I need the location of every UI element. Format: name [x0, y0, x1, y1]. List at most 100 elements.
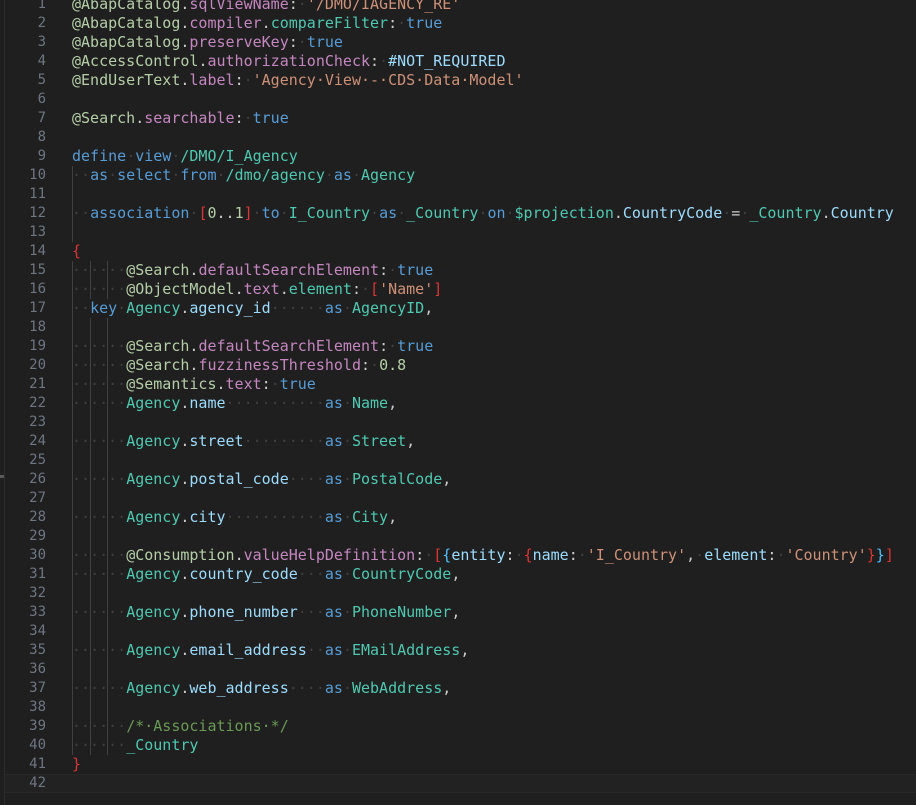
- annotation-key: defaultSearchElement: [198, 261, 380, 279]
- line-content[interactable]: ··key·Agency.agency_id······as·AgencyID,: [72, 299, 433, 318]
- whitespace-dots: ······: [72, 546, 127, 564]
- code-line[interactable]: 5 @EndUserText.label:·'Agency·View·-·CDS·…: [0, 71, 916, 90]
- code-line[interactable]: 1 @AbapCatalog.sqlViewName:·'/DMO/IAGENCY…: [0, 0, 916, 14]
- line-number: 36: [29, 661, 46, 677]
- line-content[interactable]: ······Agency.name···········as·Name,: [72, 394, 397, 413]
- indent-guides: [0, 413, 916, 432]
- whitespace-dots: ·: [388, 337, 398, 355]
- line-content[interactable]: ······Agency.phone_number···as·PhoneNumb…: [72, 603, 460, 622]
- code-line[interactable]: 37 ······Agency.web_address····as·WebAddr…: [0, 679, 916, 698]
- line-content[interactable]: ······@ObjectModel.text.element:·['Name'…: [72, 280, 442, 299]
- string-literal: '/DMO/IAGENCY_RE': [306, 0, 461, 13]
- line-content[interactable]: @AbapCatalog.compiler.compareFilter:·tru…: [72, 14, 442, 33]
- line-number: 24: [29, 433, 46, 449]
- whitespace-dots: ······: [72, 565, 127, 583]
- code-line[interactable]: 10 ··as·select·from·/dmo/agency·as·Agency: [0, 166, 916, 185]
- code-line[interactable]: 39 ······/*·Associations·*/: [0, 717, 916, 736]
- line-content[interactable]: ······@Consumption.valueHelpDefinition:·…: [72, 546, 894, 565]
- line-content[interactable]: ······Agency.email_address··as·EMailAddr…: [72, 641, 469, 660]
- line-content[interactable]: ······Agency.country_code···as·CountryCo…: [72, 565, 460, 584]
- code-line[interactable]: 30 ······@Consumption.valueHelpDefinition…: [0, 546, 916, 565]
- code-line[interactable]: 3 @AbapCatalog.preserveKey:·true: [0, 33, 916, 52]
- code-line[interactable]: 15 ······@Search.defaultSearchElement:·tr…: [0, 261, 916, 280]
- overview-ruler[interactable]: [0, 0, 5, 805]
- annotation-root: @AbapCatalog: [72, 33, 181, 51]
- code-editor[interactable]: 1 @AbapCatalog.sqlViewName:·'/DMO/IAGENCY…: [0, 0, 916, 805]
- code-line[interactable]: 31 ······Agency.country_code···as·Country…: [0, 565, 916, 584]
- whitespace-dots: ··: [72, 299, 91, 317]
- line-number: 12: [29, 205, 46, 221]
- code-line[interactable]: 16 ······@ObjectModel.text.element:·['Nam…: [0, 280, 916, 299]
- code-line[interactable]: 33 ······Agency.phone_number···as·PhoneNu…: [0, 603, 916, 622]
- code-line[interactable]: 27: [0, 489, 916, 508]
- code-line[interactable]: 20 ······@Search.fuzzinessThreshold:·0.8: [0, 356, 916, 375]
- line-content[interactable]: ··as·select·from·/dmo/agency·as·Agency: [72, 166, 415, 185]
- code-line[interactable]: 6: [0, 90, 916, 109]
- line-content[interactable]: ······Agency.postal_code····as·PostalCod…: [72, 470, 451, 489]
- indent-guide: [72, 622, 73, 641]
- code-line[interactable]: 12 ··association·[0..1]·to·I_Country·as·_…: [0, 204, 916, 223]
- line-content[interactable]: {: [72, 242, 81, 261]
- identifier: to: [261, 204, 280, 222]
- line-content[interactable]: define·view·/DMO/I_Agency: [72, 147, 298, 166]
- code-line[interactable]: 7 @Search.searchable:·true: [0, 109, 916, 128]
- code-line[interactable]: 40 ······_Country: [0, 736, 916, 755]
- line-content[interactable]: ······_Country: [72, 736, 198, 755]
- line-content[interactable]: ······Agency.street·········as·Street,: [72, 432, 415, 451]
- line-content[interactable]: ······@Semantics.text:·true: [72, 375, 316, 394]
- code-line[interactable]: 24 ······Agency.street·········as·Street,: [0, 432, 916, 451]
- line-content[interactable]: ······@Search.defaultSearchElement:·true: [72, 261, 433, 280]
- code-line[interactable]: 36: [0, 660, 916, 679]
- line-content[interactable]: ······@Search.defaultSearchElement:·true: [72, 337, 433, 356]
- line-content[interactable]: }: [72, 755, 81, 774]
- annotation-root: @Consumption: [126, 546, 235, 564]
- identifier: Agency: [126, 508, 181, 526]
- line-content[interactable]: @AbapCatalog.sqlViewName:·'/DMO/IAGENCY_…: [72, 0, 460, 14]
- line-number: 25: [29, 452, 46, 468]
- line-number: 10: [29, 167, 46, 183]
- code-line[interactable]: 14 {: [0, 242, 916, 261]
- whitespace-dots: ·: [243, 109, 253, 127]
- code-line[interactable]: 29: [0, 527, 916, 546]
- code-line[interactable]: 11: [0, 185, 916, 204]
- editor-lines[interactable]: 1 @AbapCatalog.sqlViewName:·'/DMO/IAGENCY…: [0, 0, 916, 793]
- code-line[interactable]: 25: [0, 451, 916, 470]
- line-content[interactable]: ······/*·Associations·*/: [72, 717, 289, 736]
- code-line[interactable]: 17 ··key·Agency.agency_id······as·AgencyI…: [0, 299, 916, 318]
- code-line[interactable]: 13: [0, 223, 916, 242]
- whitespace-dots: ····: [288, 679, 325, 697]
- line-content[interactable]: ······@Search.fuzzinessThreshold:·0.8: [72, 356, 406, 375]
- code-line[interactable]: 19 ······@Search.defaultSearchElement:·tr…: [0, 337, 916, 356]
- whitespace-dots: ···: [297, 603, 325, 621]
- code-line[interactable]: 38: [0, 698, 916, 717]
- code-line[interactable]: 4 @AccessControl.authorizationCheck:·#NOT…: [0, 52, 916, 71]
- code-line[interactable]: 42: [0, 774, 916, 793]
- line-content[interactable]: ······Agency.city···········as·City,: [72, 508, 397, 527]
- line-content[interactable]: ··association·[0..1]·to·I_Country·as·_Co…: [72, 204, 894, 223]
- line-content[interactable]: ······Agency.web_address····as·WebAddres…: [72, 679, 451, 698]
- code-line[interactable]: 2 @AbapCatalog.compiler.compareFilter:·tr…: [0, 14, 916, 33]
- identifier: true: [306, 33, 343, 51]
- code-line[interactable]: 23: [0, 413, 916, 432]
- code-line[interactable]: 8: [0, 128, 916, 147]
- line-content[interactable]: @EndUserText.label:·'Agency·View·-·CDS·D…: [72, 71, 524, 90]
- code-line[interactable]: 22 ······Agency.name···········as·Name,: [0, 394, 916, 413]
- code-line[interactable]: 28 ······Agency.city···········as·City,: [0, 508, 916, 527]
- code-line[interactable]: 21 ······@Semantics.text:·true: [0, 375, 916, 394]
- indent-guide: [89, 622, 91, 641]
- line-number: 29: [29, 528, 46, 544]
- code-line[interactable]: 18: [0, 318, 916, 337]
- identifier: PhoneNumber: [351, 603, 452, 621]
- code-line[interactable]: 9 define·view·/DMO/I_Agency: [0, 147, 916, 166]
- line-content[interactable]: @AccessControl.authorizationCheck:·#NOT_…: [72, 52, 506, 71]
- code-line[interactable]: 41}: [0, 755, 916, 774]
- punctuation: .: [821, 204, 831, 222]
- line-content[interactable]: @AbapCatalog.preserveKey:·true: [72, 33, 343, 52]
- code-line[interactable]: 32: [0, 584, 916, 603]
- line-content[interactable]: @Search.searchable:·true: [72, 109, 289, 128]
- whitespace-dots: ······: [72, 470, 127, 488]
- code-line[interactable]: 34: [0, 622, 916, 641]
- whitespace-dots: ·: [695, 546, 705, 564]
- code-line[interactable]: 35 ······Agency.email_address··as·EMailAd…: [0, 641, 916, 660]
- code-line[interactable]: 26 ······Agency.postal_code····as·PostalC…: [0, 470, 916, 489]
